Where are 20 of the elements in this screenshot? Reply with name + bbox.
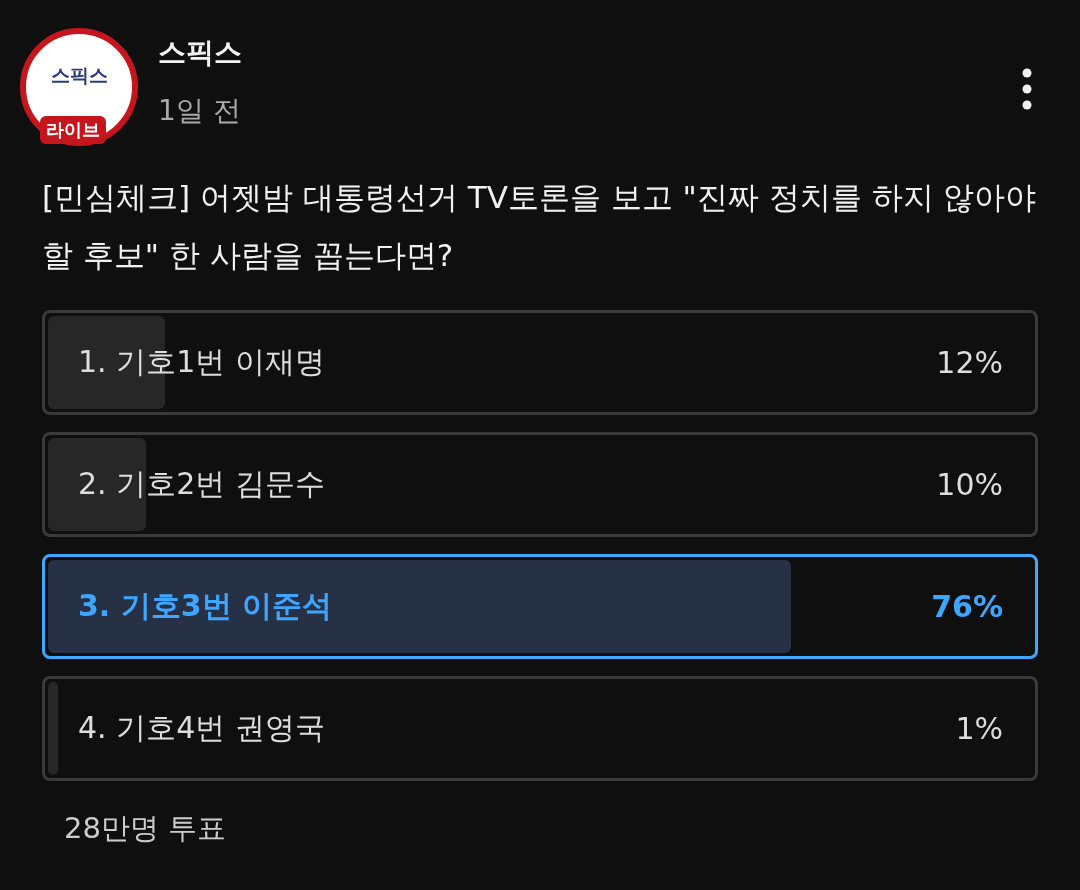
poll-option[interactable]: 3. 기호3번 이준석 76% <box>42 554 1038 659</box>
channel-avatar[interactable]: 스픽스 라이브 <box>20 28 138 146</box>
option-label: 3. 기호3번 이준석 <box>78 587 333 625</box>
option-percent: 12% <box>936 345 1003 380</box>
channel-name[interactable]: 스픽스 <box>158 34 242 72</box>
option-label: 2. 기호2번 김문수 <box>78 465 325 503</box>
avatar-badge: 라이브 <box>40 116 106 144</box>
option-percent: 1% <box>955 711 1003 746</box>
poll-option[interactable]: 1. 기호1번 이재명 12% <box>42 310 1038 415</box>
poll-option[interactable]: 4. 기호4번 권영국 1% <box>42 676 1038 781</box>
poll-question: [민심체크] 어젯밤 대통령선거 TV토론을 보고 "진짜 정치를 하지 않아야 할 후보" 한 사람을 꼽는다면? <box>42 178 1038 275</box>
more-menu-icon[interactable] <box>1022 68 1032 110</box>
avatar-logo-text: 스픽스 <box>50 63 108 88</box>
poll-option[interactable]: 2. 기호2번 김문수 10% <box>42 432 1038 537</box>
vote-count: 28만명 투표 <box>64 810 228 847</box>
option-percent: 10% <box>936 467 1003 502</box>
post-time: 1일 전 <box>158 93 242 129</box>
option-label: 4. 기호4번 권영국 <box>78 709 325 747</box>
option-label: 1. 기호1번 이재명 <box>78 343 325 381</box>
option-percent: 76% <box>931 589 1003 624</box>
